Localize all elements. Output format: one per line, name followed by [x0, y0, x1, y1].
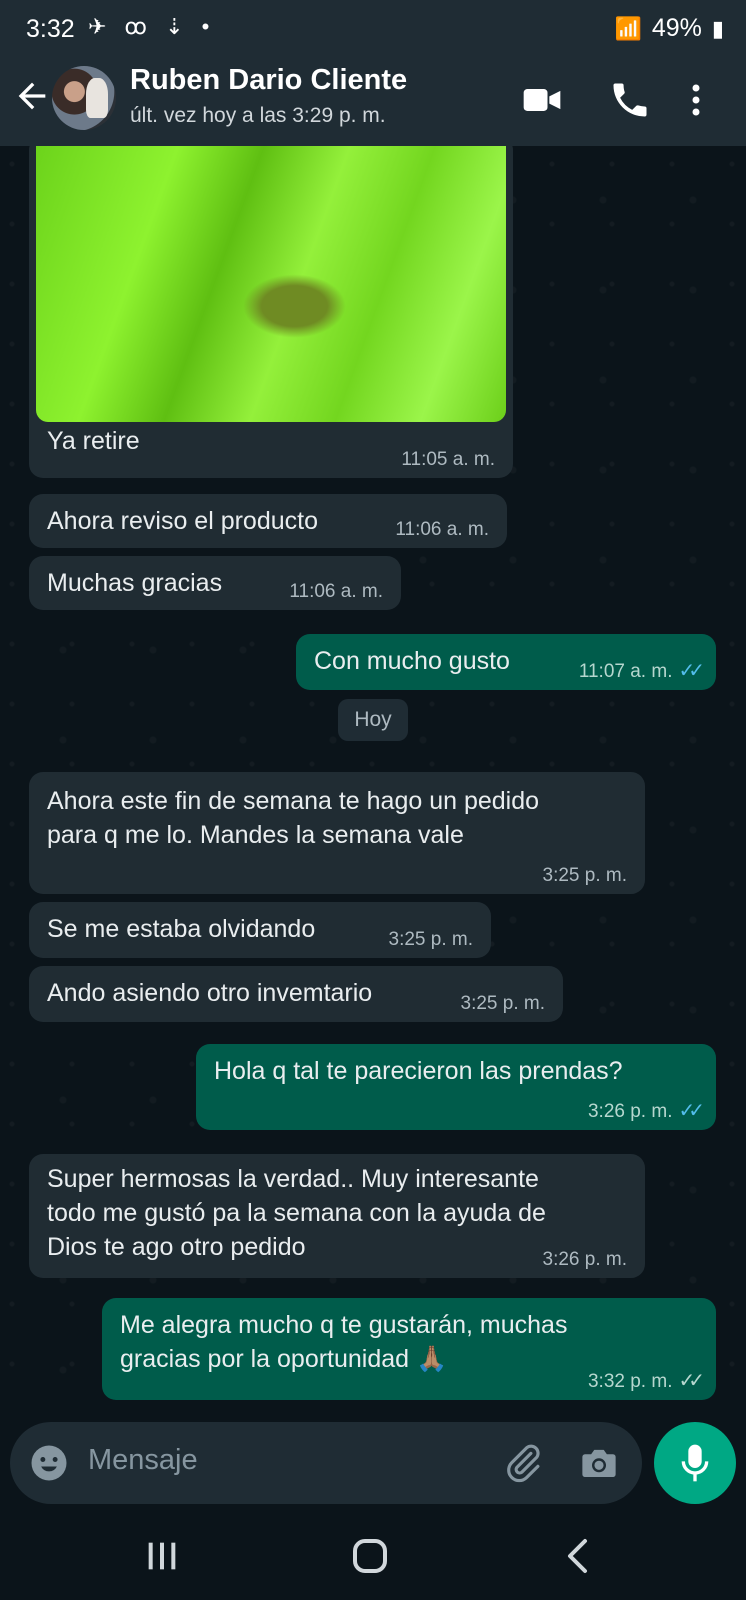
- date-divider: Hoy: [338, 699, 408, 741]
- message-input[interactable]: Mensaje: [88, 1444, 198, 1477]
- attach-clip-icon[interactable]: [502, 1442, 544, 1484]
- message-time: 11:07 a. m. ✓✓: [578, 660, 705, 682]
- emoji-icon[interactable]: [28, 1442, 70, 1484]
- message-text: Ahora este fin de semana te hago un pedi…: [47, 787, 540, 849]
- message-bubble-incoming[interactable]: Ahora reviso el producto 11:06 a. m.: [29, 494, 507, 548]
- message-text: Hola q tal te parecieron las prendas?: [214, 1057, 623, 1085]
- message-bubble-incoming[interactable]: Super hermosas la verdad.. Muy interesan…: [29, 1154, 645, 1278]
- last-seen-status: últ. vez hoy a las 3:29 p. m.: [130, 104, 386, 127]
- status-time: 3:32: [26, 15, 75, 43]
- message-bubble-outgoing[interactable]: Me alegra mucho q te gustarán, muchas gr…: [102, 1298, 716, 1400]
- message-time: 3:25 p. m.: [388, 929, 474, 950]
- message-text: Ahora reviso el producto: [47, 507, 318, 535]
- message-text: Con mucho gusto: [314, 647, 510, 675]
- message-time: 11:06 a. m.: [289, 581, 383, 602]
- battery-icon: ▮: [711, 15, 724, 41]
- back-arrow-icon[interactable]: [12, 76, 52, 116]
- message-text: Ando asiendo otro invemtario: [47, 979, 373, 1007]
- voice-call-icon[interactable]: [608, 78, 652, 122]
- message-bubble-outgoing[interactable]: Con mucho gusto 11:07 a. m. ✓✓: [296, 634, 716, 690]
- contact-name[interactable]: Ruben Dario Cliente: [130, 64, 407, 97]
- message-composer: Mensaje: [10, 1422, 642, 1504]
- message-bubble-incoming[interactable]: Ya retire 11:05 a. m.: [29, 146, 513, 478]
- message-text: Muchas gracias: [47, 569, 223, 597]
- message-time: 3:25 p. m.: [542, 865, 628, 886]
- message-time: 3:25 p. m.: [460, 993, 546, 1014]
- more-options-icon[interactable]: [684, 78, 708, 122]
- message-time: 3:26 p. m. ✓✓: [587, 1100, 705, 1122]
- message-time: 3:32 p. m. ✓✓: [587, 1370, 705, 1392]
- message-bubble-incoming[interactable]: Se me estaba olvidando 3:25 p. m.: [29, 902, 491, 958]
- message-time: 11:06 a. m.: [395, 519, 489, 540]
- received-photo[interactable]: [36, 146, 506, 422]
- wifi-icon: 📶: [614, 15, 642, 41]
- chat-messages-area[interactable]: Ya retire 11:05 a. m. Ahora reviso el pr…: [0, 146, 746, 1411]
- chat-header: Ruben Dario Cliente últ. vez hoy a las 3…: [0, 58, 746, 146]
- video-call-icon[interactable]: [520, 78, 564, 122]
- home-icon[interactable]: [350, 1536, 390, 1576]
- microphone-icon: [681, 1444, 709, 1482]
- camera-icon[interactable]: [578, 1442, 620, 1484]
- status-bar: 3:32 ✈ ꝏ ⇣ • 📶 49% ▮: [0, 0, 746, 58]
- message-bubble-incoming[interactable]: Ahora este fin de semana te hago un pedi…: [29, 772, 645, 894]
- message-bubble-incoming[interactable]: Muchas gracias 11:06 a. m.: [29, 556, 401, 610]
- message-text: Super hermosas la verdad.. Muy interesan…: [47, 1165, 546, 1261]
- read-ticks-icon: ✓✓: [678, 1100, 704, 1122]
- contact-avatar[interactable]: [52, 66, 116, 130]
- read-ticks-icon: ✓✓: [678, 660, 704, 682]
- nav-back-icon[interactable]: [560, 1536, 600, 1576]
- message-text: Me alegra mucho q te gustarán, muchas gr…: [120, 1311, 568, 1373]
- notification-icons: ✈ ꝏ ⇣ •: [88, 14, 216, 39]
- recent-apps-icon[interactable]: [142, 1536, 182, 1576]
- battery-percent: 49%: [651, 14, 702, 42]
- message-time: 11:05 a. m.: [401, 449, 495, 470]
- system-navigation-bar: [0, 1514, 746, 1600]
- message-text: Ya retire: [47, 427, 140, 455]
- message-text: Se me estaba olvidando: [47, 915, 316, 943]
- message-bubble-outgoing[interactable]: Hola q tal te parecieron las prendas? 3:…: [196, 1044, 716, 1130]
- delivered-ticks-icon: ✓✓: [678, 1370, 704, 1392]
- message-bubble-incoming[interactable]: Ando asiendo otro invemtario 3:25 p. m.: [29, 966, 563, 1022]
- voice-message-button[interactable]: [654, 1422, 736, 1504]
- system-icons: 📶 49% ▮: [614, 14, 724, 43]
- message-time: 3:26 p. m.: [542, 1249, 628, 1270]
